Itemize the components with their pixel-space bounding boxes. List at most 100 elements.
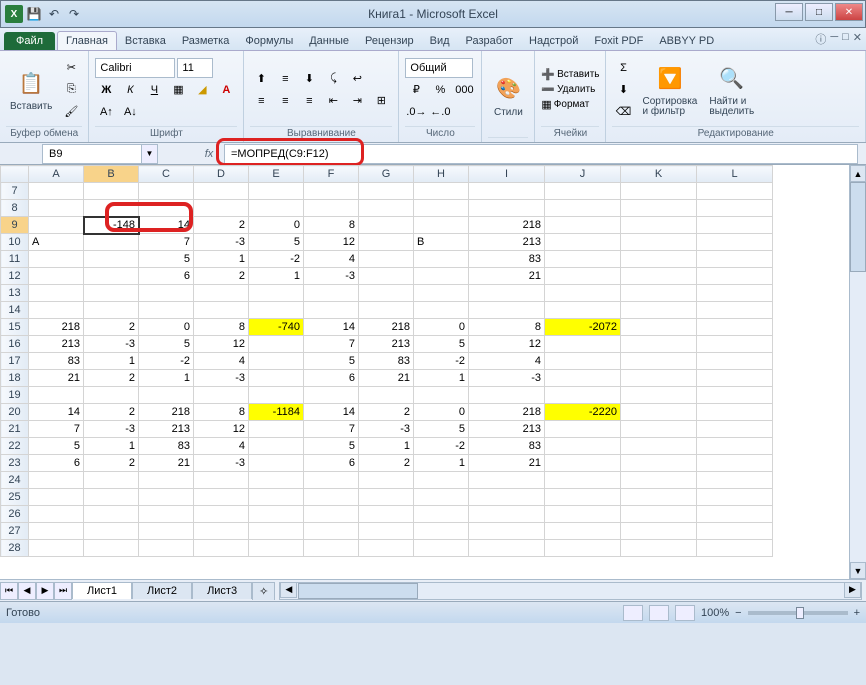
wrap-text-icon[interactable]: ↩: [346, 69, 368, 89]
cell[interactable]: [359, 200, 414, 217]
cell[interactable]: 6: [304, 370, 359, 387]
cell[interactable]: -3: [84, 336, 139, 353]
cell[interactable]: [697, 200, 773, 217]
cell[interactable]: [697, 268, 773, 285]
cell[interactable]: [697, 540, 773, 557]
cell[interactable]: [621, 506, 697, 523]
sheet-nav-prev[interactable]: ◀: [18, 582, 36, 600]
row-header[interactable]: 28: [1, 540, 29, 557]
undo-icon[interactable]: ↶: [45, 5, 63, 23]
cell[interactable]: [139, 200, 194, 217]
maximize-button[interactable]: □: [805, 3, 833, 21]
cell[interactable]: [359, 234, 414, 251]
cell[interactable]: [545, 302, 621, 319]
cell[interactable]: [469, 200, 545, 217]
cell[interactable]: [249, 285, 304, 302]
row-header[interactable]: 24: [1, 472, 29, 489]
cell[interactable]: [697, 438, 773, 455]
row-header[interactable]: 21: [1, 421, 29, 438]
column-header[interactable]: D: [194, 166, 249, 183]
cell[interactable]: 218: [359, 319, 414, 336]
row-header[interactable]: 22: [1, 438, 29, 455]
cell[interactable]: [84, 506, 139, 523]
row-header[interactable]: 26: [1, 506, 29, 523]
fill-color-button[interactable]: ◢: [191, 80, 213, 100]
cell[interactable]: [545, 336, 621, 353]
cell[interactable]: [194, 200, 249, 217]
cell[interactable]: 213: [359, 336, 414, 353]
cell[interactable]: [29, 251, 84, 268]
cell[interactable]: [545, 370, 621, 387]
find-select-button[interactable]: 🔍 Найти и выделить: [705, 61, 758, 119]
cell[interactable]: [139, 523, 194, 540]
tab-data[interactable]: Данные: [301, 32, 357, 50]
cell[interactable]: [414, 540, 469, 557]
cell[interactable]: [84, 285, 139, 302]
cell[interactable]: [139, 183, 194, 200]
cell[interactable]: 2: [84, 455, 139, 472]
cell[interactable]: 8: [304, 217, 359, 234]
cell[interactable]: [359, 183, 414, 200]
column-header[interactable]: J: [545, 166, 621, 183]
cell[interactable]: [697, 489, 773, 506]
column-header[interactable]: B: [84, 166, 139, 183]
tab-addins[interactable]: Надстрой: [521, 32, 586, 50]
cell[interactable]: 5: [139, 251, 194, 268]
cell[interactable]: 213: [469, 234, 545, 251]
cell[interactable]: -3: [194, 234, 249, 251]
cell[interactable]: [29, 302, 84, 319]
cell[interactable]: [621, 353, 697, 370]
cell[interactable]: [304, 387, 359, 404]
sheet-nav-last[interactable]: ⏭: [54, 582, 72, 600]
cell[interactable]: [249, 455, 304, 472]
cell[interactable]: [84, 387, 139, 404]
sheet-tab-2[interactable]: Лист2: [132, 582, 192, 599]
window-restore-icon[interactable]: □: [842, 31, 849, 47]
column-header[interactable]: L: [697, 166, 773, 183]
copy-icon[interactable]: ⎘: [60, 80, 82, 100]
cell[interactable]: [84, 302, 139, 319]
select-all-corner[interactable]: [1, 166, 29, 183]
ribbon-minimize-icon[interactable]: ⓘ: [815, 31, 826, 47]
cell[interactable]: [249, 200, 304, 217]
cell[interactable]: -2: [414, 353, 469, 370]
cell[interactable]: [621, 217, 697, 234]
percent-icon[interactable]: %: [429, 80, 451, 100]
cell[interactable]: [697, 421, 773, 438]
cell[interactable]: [414, 506, 469, 523]
cell[interactable]: [29, 285, 84, 302]
vscroll-thumb[interactable]: [850, 182, 866, 272]
sheet-nav-next[interactable]: ▶: [36, 582, 54, 600]
cell[interactable]: [84, 523, 139, 540]
align-middle-icon[interactable]: ≡: [274, 69, 296, 89]
tab-formulas[interactable]: Формулы: [237, 32, 301, 50]
cell[interactable]: 21: [359, 370, 414, 387]
delete-cells-label[interactable]: Удалить: [557, 84, 595, 95]
row-header[interactable]: 7: [1, 183, 29, 200]
cell[interactable]: -3: [469, 370, 545, 387]
scroll-down-icon[interactable]: ▼: [850, 562, 866, 579]
insert-cells-label[interactable]: Вставить: [557, 69, 599, 80]
cell[interactable]: [697, 217, 773, 234]
zoom-in-icon[interactable]: +: [854, 607, 860, 619]
row-header[interactable]: 14: [1, 302, 29, 319]
cell[interactable]: [29, 523, 84, 540]
cell[interactable]: 0: [414, 319, 469, 336]
cell[interactable]: 1: [84, 438, 139, 455]
cell[interactable]: [194, 506, 249, 523]
cell[interactable]: [84, 268, 139, 285]
cell[interactable]: [84, 183, 139, 200]
name-box-dropdown[interactable]: ▼: [142, 144, 158, 164]
cell[interactable]: 5: [304, 353, 359, 370]
cell[interactable]: [621, 523, 697, 540]
cell[interactable]: [359, 506, 414, 523]
fx-button[interactable]: fx: [198, 144, 220, 164]
cell[interactable]: 7: [304, 336, 359, 353]
format-cells-label[interactable]: Формат: [554, 99, 590, 110]
cell[interactable]: [29, 540, 84, 557]
cell[interactable]: [697, 251, 773, 268]
decrease-font-icon[interactable]: A↓: [119, 102, 141, 122]
cell[interactable]: [84, 472, 139, 489]
cell[interactable]: -3: [194, 370, 249, 387]
format-cells-icon[interactable]: ▦: [541, 98, 551, 111]
